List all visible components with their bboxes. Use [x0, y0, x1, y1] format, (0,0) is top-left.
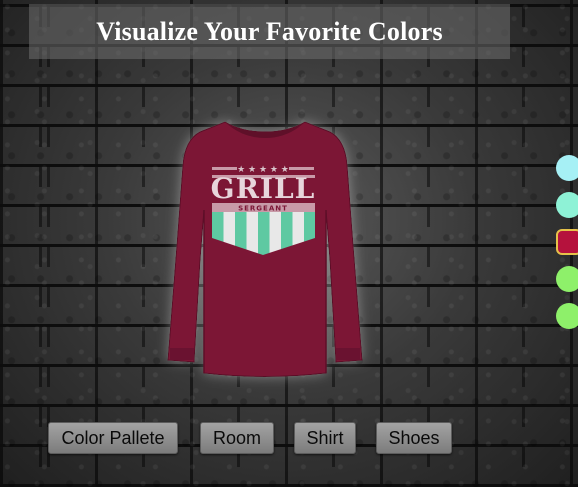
color-swatch-light-cyan[interactable] [556, 155, 578, 181]
shoes-button[interactable]: Shoes [376, 422, 452, 454]
svg-text:SERGEANT: SERGEANT [238, 205, 288, 213]
shield-stripe [258, 212, 270, 255]
color-swatch-light-green[interactable] [556, 266, 578, 292]
bottom-toolbar: Color Pallete Room Shirt Shoes [0, 420, 578, 456]
room-button[interactable]: Room [200, 422, 274, 454]
shirt-button[interactable]: Shirt [294, 422, 356, 454]
page-title: Visualize Your Favorite Colors [96, 16, 443, 46]
color-swatch-lime[interactable] [556, 303, 578, 329]
color-swatch-crimson[interactable] [556, 229, 578, 255]
long-sleeve-shirt-image: ★ ★ ★ ★ ★ GRILL SERGEANT [167, 121, 363, 377]
title-banner: Visualize Your Favorite Colors [29, 4, 510, 59]
color-swatch-aquamarine[interactable] [556, 192, 578, 218]
color-pallete-button[interactable]: Color Pallete [48, 422, 178, 454]
shirt-preview: ★ ★ ★ ★ ★ GRILL SERGEANT [150, 110, 380, 385]
svg-text:GRILL: GRILL [211, 172, 316, 205]
